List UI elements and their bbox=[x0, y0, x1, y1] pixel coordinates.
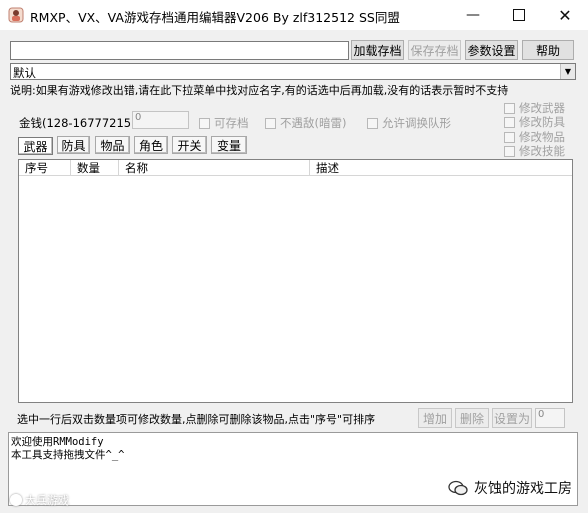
game-preset-dropdown[interactable]: 默认 ▼ bbox=[10, 63, 576, 80]
load-save-button[interactable]: 加载存档 bbox=[351, 40, 404, 60]
checkbox-label: 不遇敌(暗雷) bbox=[280, 116, 347, 130]
column-header-name[interactable]: 名称 bbox=[119, 160, 310, 176]
bottom-hint: 选中一行后双击数量项可修改数量,点删除可删除该物品,点击"序号"可排序 bbox=[17, 413, 376, 426]
close-icon: ✕ bbox=[558, 5, 572, 25]
preset-selected: 默认 bbox=[13, 66, 36, 80]
maximize-icon bbox=[513, 9, 525, 21]
checkbox-icon bbox=[199, 117, 210, 129]
tab-switches[interactable]: 开关 bbox=[172, 136, 207, 154]
checkbox-label: 允许调换队形 bbox=[382, 116, 451, 130]
watermark-icon bbox=[10, 494, 22, 506]
settings-button[interactable]: 参数设置 bbox=[465, 40, 518, 60]
usage-note: 说明:如果有游戏修改出错,请在此下拉菜单中找对应名字,有的话选中后再加载,没有的… bbox=[10, 84, 509, 97]
maximize-button[interactable] bbox=[496, 0, 542, 30]
window-title: RMXP、VX、VA游戏存档通用编辑器V206 By zlf312512 SS同… bbox=[30, 10, 400, 25]
chevron-down-icon[interactable]: ▼ bbox=[560, 64, 575, 79]
tab-weapons[interactable]: 武器 bbox=[18, 137, 53, 155]
title-bar: RMXP、VX、VA游戏存档通用编辑器V206 By zlf312512 SS同… bbox=[0, 0, 588, 30]
log-line: 本工具支持拖拽文件^_^ bbox=[11, 449, 125, 461]
tab-characters[interactable]: 角色 bbox=[134, 136, 168, 154]
item-table[interactable]: 序号 数量 名称 描述 bbox=[18, 159, 573, 403]
tab-items[interactable]: 物品 bbox=[95, 136, 130, 154]
add-button[interactable]: 增加 bbox=[418, 408, 452, 428]
watermark-text: 大兵游戏 bbox=[25, 494, 69, 507]
column-header-description[interactable]: 描述 bbox=[310, 160, 572, 176]
checkbox-label: 修改技能 bbox=[519, 144, 565, 158]
help-button[interactable]: 帮助 bbox=[522, 40, 574, 60]
checkbox-icon bbox=[504, 102, 515, 114]
brand-watermark: 灰蚀的游戏工房 bbox=[448, 478, 572, 498]
checkbox-icon bbox=[504, 116, 515, 128]
set-as-value-input[interactable]: 0 bbox=[535, 408, 565, 428]
gold-label: 金钱(128-16777215) bbox=[19, 116, 136, 130]
brand-text: 灰蚀的游戏工房 bbox=[474, 481, 572, 497]
minimize-button[interactable]: — bbox=[450, 0, 496, 30]
watermark: 大兵游戏 bbox=[10, 492, 69, 508]
tab-armor[interactable]: 防具 bbox=[57, 136, 90, 154]
edit-armor-checkbox[interactable]: 修改防具 bbox=[504, 114, 565, 130]
close-button[interactable]: ✕ bbox=[542, 0, 588, 30]
tab-variables[interactable]: 变量 bbox=[211, 136, 247, 154]
checkbox-icon bbox=[504, 145, 515, 157]
app-icon bbox=[8, 7, 24, 23]
checkbox-icon bbox=[367, 117, 378, 129]
save-path-field[interactable] bbox=[10, 41, 349, 60]
saveable-checkbox[interactable]: 可存档 bbox=[199, 115, 249, 131]
swap-formation-checkbox[interactable]: 允许调换队形 bbox=[367, 115, 451, 131]
checkbox-label: 可存档 bbox=[214, 116, 249, 130]
wechat-icon bbox=[448, 480, 468, 496]
edit-skills-checkbox[interactable]: 修改技能 bbox=[504, 143, 565, 159]
checkbox-icon bbox=[504, 131, 515, 143]
column-header-quantity[interactable]: 数量 bbox=[71, 160, 119, 176]
column-header-index[interactable]: 序号 bbox=[19, 160, 71, 176]
save-save-button[interactable]: 保存存档 bbox=[408, 40, 461, 60]
no-encounter-checkbox[interactable]: 不遇敌(暗雷) bbox=[265, 115, 346, 131]
minimize-icon: — bbox=[466, 7, 480, 23]
set-as-button[interactable]: 设置为 bbox=[492, 408, 532, 428]
delete-button[interactable]: 删除 bbox=[455, 408, 489, 428]
checkbox-icon bbox=[265, 117, 276, 129]
gold-input[interactable]: 0 bbox=[132, 111, 189, 129]
checkbox-label: 修改防具 bbox=[519, 115, 565, 129]
